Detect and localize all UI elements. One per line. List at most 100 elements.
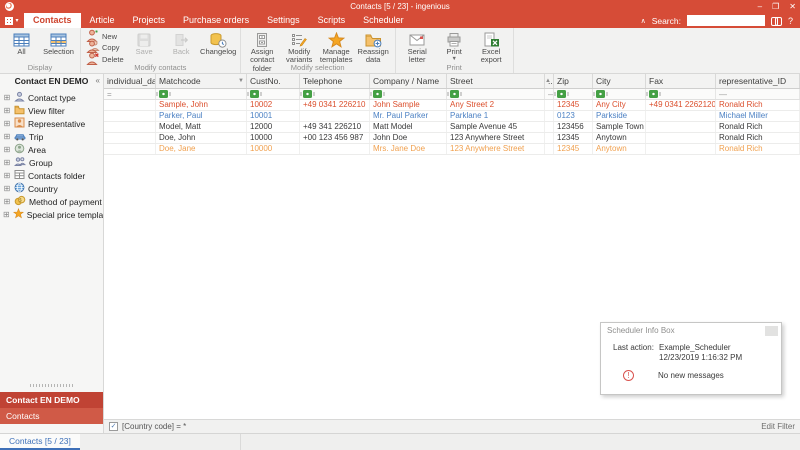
app-menu-button[interactable]: ▾ (0, 13, 24, 28)
grid-cell[interactable] (104, 122, 156, 132)
filter-cell-street[interactable] (447, 89, 545, 99)
table-row[interactable]: Doe, John10000+00 123 456 987John Doe123… (104, 133, 800, 144)
filter-cell-telephone[interactable] (300, 89, 370, 99)
tree-expand-icon[interactable]: ⊞ (3, 106, 11, 115)
grid-cell[interactable] (545, 144, 554, 154)
grid-cell[interactable]: Sample Town (593, 122, 646, 132)
filter-cell-fax[interactable] (646, 89, 716, 99)
grid-cell[interactable] (646, 111, 716, 121)
grid-cell[interactable]: Anytown (593, 133, 646, 143)
menu-tab-settings[interactable]: Settings (258, 13, 309, 28)
sidebar-item-contacts-folder[interactable]: ⊞Contacts folder (0, 169, 103, 182)
table-row[interactable]: Parker, Paul10001 Mr. Paul ParkerParklane… (104, 111, 800, 122)
sidebar-item-country[interactable]: ⊞Country (0, 182, 103, 195)
menu-tab-article[interactable]: Article (81, 13, 124, 28)
help-icon[interactable]: ? (788, 16, 793, 26)
sidebar-item-contact-type[interactable]: ⊞Contact type (0, 91, 103, 104)
grid-cell[interactable]: 10001 (247, 111, 300, 121)
minimize-icon[interactable]: – (758, 0, 762, 13)
grid-cell[interactable]: John Sample (370, 100, 447, 110)
tree-expand-icon[interactable]: ⊞ (3, 158, 11, 167)
sidebar-item-trip[interactable]: ⊞Trip (0, 130, 103, 143)
column-header-city[interactable]: City (593, 74, 646, 88)
changelog-button[interactable]: Changelog (200, 30, 237, 56)
grid-cell[interactable]: Ronald Rich (716, 133, 800, 143)
grid-cell[interactable]: Parker, Paul (156, 111, 247, 121)
sidebar-item-group[interactable]: ⊞Group (0, 156, 103, 169)
table-row[interactable]: Model, Matt12000+49 341 226210Matt Model… (104, 122, 800, 133)
menu-tab-scheduler[interactable]: Scheduler (354, 13, 413, 28)
sidebar-item-method-of-payment[interactable]: ⊞$Method of payment (0, 195, 103, 208)
tree-expand-icon[interactable]: ⊞ (3, 171, 11, 180)
selection-button[interactable]: Selection (40, 30, 77, 56)
filter-cell-representative-id[interactable]: — (716, 89, 800, 99)
tree-expand-icon[interactable]: ⊞ (3, 184, 11, 193)
filter-cell-city[interactable] (593, 89, 646, 99)
grid-cell[interactable]: Matt Model (370, 122, 447, 132)
grid-cell[interactable]: 123 Anywhere Street (447, 144, 545, 154)
grid-cell[interactable]: Parklane 1 (447, 111, 545, 121)
grid-cell[interactable] (300, 144, 370, 154)
menu-tab-purchase-orders[interactable]: Purchase orders (174, 13, 258, 28)
grid-cell[interactable] (104, 100, 156, 110)
grid-cell[interactable]: Ronald Rich (716, 144, 800, 154)
column-header-zip[interactable]: Zip (554, 74, 593, 88)
table-row[interactable]: Sample, John10002+49 0341 226210John Sam… (104, 100, 800, 111)
filter-cell-zip[interactable] (554, 89, 593, 99)
tree-expand-icon[interactable]: ⊞ (3, 145, 11, 154)
sidebar-item-special-price-templates[interactable]: ⊞Special price templates (0, 208, 103, 221)
filter-cell-[interactable]: — (545, 89, 554, 99)
edit-filter-link[interactable]: Edit Filter (761, 422, 795, 431)
column-header-individual-date-1[interactable]: individual_date_1 (104, 74, 156, 88)
grid-cell[interactable]: 10000 (247, 144, 300, 154)
grid-cell[interactable]: 12345 (554, 144, 593, 154)
grid-cell[interactable] (545, 100, 554, 110)
grid-cell[interactable]: Michael Miller (716, 111, 800, 121)
all-button[interactable]: All (3, 30, 40, 56)
scheduler-box-close-icon[interactable] (765, 326, 778, 336)
grid-cell[interactable]: 0123 (554, 111, 593, 121)
sidebar-collapse-icon[interactable]: « (96, 74, 100, 88)
grid-cell[interactable]: 12345 (554, 100, 593, 110)
grid-cell[interactable]: John Doe (370, 133, 447, 143)
grid-cell[interactable]: 12345 (554, 133, 593, 143)
menu-tab-scripts[interactable]: Scripts (309, 13, 355, 28)
tree-expand-icon[interactable]: ⊞ (3, 197, 11, 206)
grid-cell[interactable]: Parkside (593, 111, 646, 121)
grid-cell[interactable]: Mr. Paul Parker (370, 111, 447, 121)
sidebar-group-button-contact-en-demo[interactable]: Contact EN DEMO (0, 392, 103, 408)
grid-cell[interactable] (545, 122, 554, 132)
reassign-data-button[interactable]: Reassign data (355, 30, 392, 65)
grid-cell[interactable]: 10002 (247, 100, 300, 110)
column-header-matchcode[interactable]: Matchcode▼ (156, 74, 247, 88)
manage-templates-button[interactable]: Manage templates (318, 30, 355, 65)
grid-cell[interactable] (545, 133, 554, 143)
column-header-telephone[interactable]: Telephone (300, 74, 370, 88)
serial-letter-button[interactable]: Serial letter (399, 30, 436, 65)
grid-cell[interactable]: 10000 (247, 133, 300, 143)
sidebar-item-representative[interactable]: ⊞Representative (0, 117, 103, 130)
collapse-ribbon-icon[interactable]: ∧ (641, 17, 646, 25)
menu-tab-projects[interactable]: Projects (124, 13, 175, 28)
bottom-tab-contacts-5-23[interactable]: Contacts [5 / 23] (0, 434, 80, 450)
grid-cell[interactable]: Any City (593, 100, 646, 110)
sidebar-item-area[interactable]: ⊞Area (0, 143, 103, 156)
sidebar-group-button-contacts[interactable]: Contacts (0, 408, 103, 424)
tree-expand-icon[interactable]: ⊞ (3, 93, 11, 102)
grid-cell[interactable]: +49 0341 2262120 (646, 100, 716, 110)
grid-cell[interactable] (646, 133, 716, 143)
close-icon[interactable]: ✕ (789, 0, 796, 13)
grid-cell[interactable]: Sample Avenue 45 (447, 122, 545, 132)
grid-cell[interactable] (646, 144, 716, 154)
menu-tab-contacts[interactable]: Contacts (24, 13, 81, 28)
filter-cell-matchcode[interactable] (156, 89, 247, 99)
grid-cell[interactable]: Any Street 2 (447, 100, 545, 110)
table-row[interactable]: Doe, Jane10000Mrs. Jane Doe123 Anywhere … (104, 144, 800, 155)
grid-cell[interactable] (104, 144, 156, 154)
filter-expression[interactable]: [Country code] = * (122, 422, 186, 431)
tree-expand-icon[interactable]: ⊞ (3, 132, 11, 141)
grid-cell[interactable] (104, 111, 156, 121)
sidebar-splitter-handle[interactable] (30, 384, 73, 387)
grid-cell[interactable] (646, 122, 716, 132)
column-header-custno[interactable]: CustNo. (247, 74, 300, 88)
